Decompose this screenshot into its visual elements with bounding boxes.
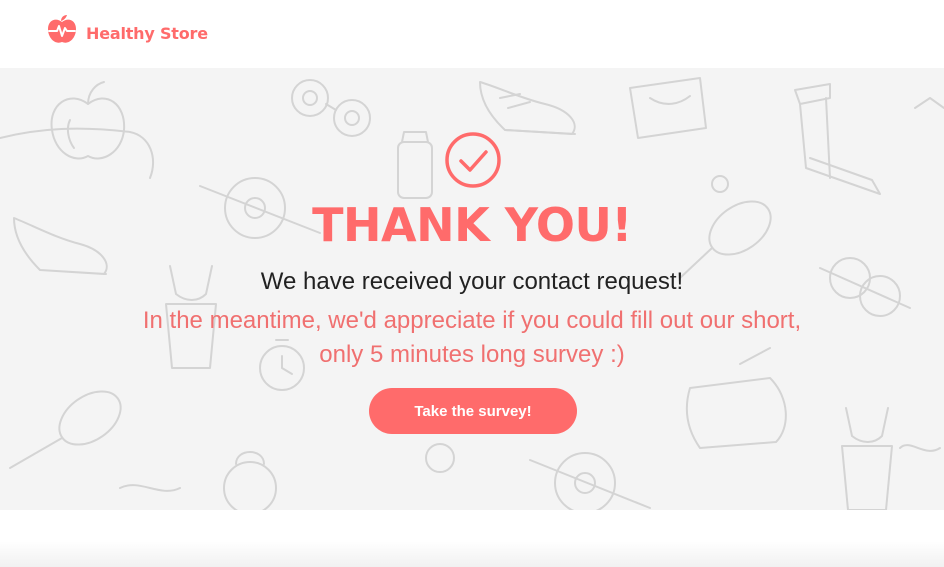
- treadmill-doodle-icon: [794, 83, 881, 195]
- sneaker-doodle-icon: [479, 81, 576, 135]
- thank-you-title: THANK YOU!: [312, 198, 632, 252]
- racket-doodle-icon-2: [9, 390, 122, 469]
- confirmation-message: We have received your contact request!: [260, 268, 684, 295]
- dumbbell-doodle-icon: [291, 79, 371, 137]
- shaker-doodle-icon: [397, 131, 433, 199]
- apple-doodle-icon: [50, 81, 126, 160]
- bag-doodle-icon: [629, 77, 707, 139]
- tanktop-doodle-icon-2: [841, 407, 893, 510]
- squiggle-doodle-icon-3: [899, 444, 941, 452]
- apple-heartbeat-icon: [48, 15, 76, 43]
- check-circle-icon: [445, 132, 501, 188]
- site-header: Healthy Store: [0, 0, 944, 68]
- survey-invitation: In the meantime, we'd appreciate if you …: [0, 304, 944, 372]
- page-footer-area: [0, 510, 944, 567]
- kettlebell-doodle-icon: [223, 451, 277, 510]
- take-survey-button[interactable]: Take the survey!: [369, 388, 577, 434]
- brand-logo-link[interactable]: Healthy Store: [46, 13, 208, 47]
- ball-doodle-icon: [711, 175, 729, 193]
- survey-invitation-line-2: only 5 minutes long survey :): [319, 341, 625, 368]
- brand-name: Healthy Store: [86, 23, 208, 43]
- thank-you-hero: THANK YOU! We have received your contact…: [0, 68, 944, 510]
- ab-wheel-doodle-icon-2: [529, 452, 651, 510]
- tape-doodle-icon: [0, 127, 155, 179]
- squiggle-doodle-icon: [914, 97, 944, 109]
- squiggle-doodle-icon-2: [119, 484, 181, 492]
- ball-doodle-icon-2: [425, 443, 455, 473]
- survey-invitation-line-1: In the meantime, we'd appreciate if you …: [142, 307, 802, 334]
